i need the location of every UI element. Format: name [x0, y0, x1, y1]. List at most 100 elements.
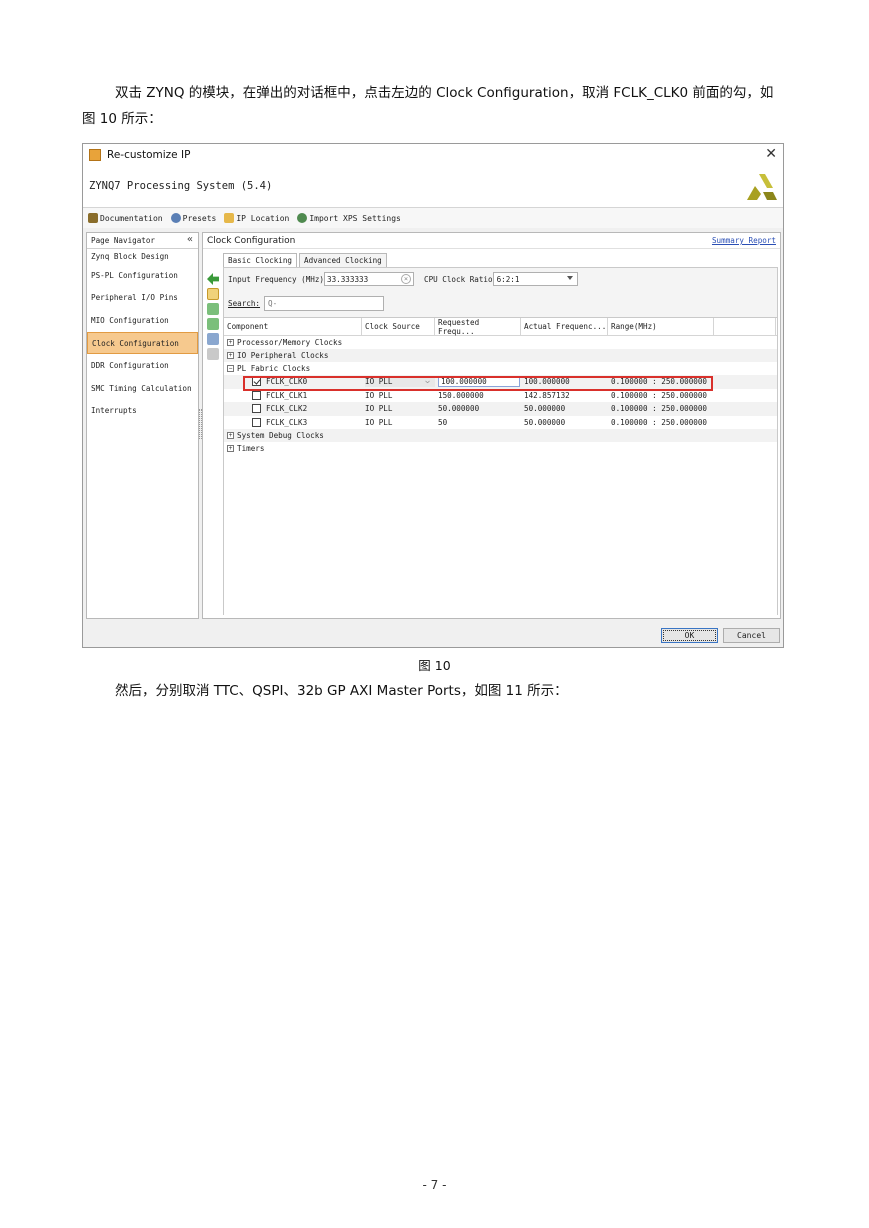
column-spacer	[714, 318, 776, 335]
expand-icon[interactable]: +	[227, 339, 234, 346]
clock-source[interactable]: IO PLL	[362, 416, 435, 430]
ip-location-button[interactable]: IP Location	[224, 213, 289, 223]
tab-advanced-clocking[interactable]: Advanced Clocking	[299, 253, 387, 267]
re-customize-ip-dialog: Re-customize IP ✕ ZYNQ7 Processing Syste…	[82, 143, 784, 648]
column-range[interactable]: Range(MHz)	[608, 318, 714, 335]
table-row-fclk-clk3[interactable]: FCLK_CLK3 IO PLL 50 50.000000 0.100000 :…	[224, 416, 777, 430]
search-label: Search:	[228, 299, 261, 308]
collapse-icon[interactable]: −	[227, 365, 234, 372]
ok-button[interactable]: OK	[661, 628, 718, 643]
frequency-range: 0.100000 : 250.000000	[611, 377, 708, 387]
panel-title: Clock Configuration	[207, 235, 296, 246]
column-component[interactable]: Component	[224, 318, 362, 335]
nav-item-mio-configuration[interactable]: MIO Configuration	[87, 309, 198, 332]
group-row-timers[interactable]: + Timers	[224, 442, 777, 455]
group-row-system-debug[interactable]: + System Debug Clocks	[224, 429, 777, 442]
dropdown-arrow-icon	[566, 276, 573, 280]
column-actual-frequency[interactable]: Actual Frequenc...	[521, 318, 608, 335]
back-arrow-icon[interactable]	[207, 273, 219, 285]
fclk-clk2-checkbox[interactable]	[252, 404, 261, 414]
actual-frequency: 50.000000	[524, 404, 566, 414]
search-icon[interactable]	[207, 288, 219, 300]
table-row-fclk-clk2[interactable]: FCLK_CLK2 IO PLL 50.000000 50.000000 0.1…	[224, 402, 777, 416]
nav-item-clock-configuration[interactable]: Clock Configuration	[87, 331, 198, 355]
panel-header: Clock Configuration Summary Report	[203, 233, 780, 249]
clock-source[interactable]: IO PLL	[362, 389, 435, 403]
documentation-label: Documentation	[100, 213, 163, 223]
hierarchy-icon[interactable]	[207, 333, 219, 345]
table-row-fclk-clk1[interactable]: FCLK_CLK1 IO PLL 150.000000 142.857132 0…	[224, 389, 777, 403]
search-input[interactable]: Q-	[264, 296, 385, 311]
gear-icon	[170, 213, 181, 223]
expand-icon[interactable]: +	[227, 445, 234, 452]
side-toolbar	[207, 273, 221, 363]
fclk-clk1-checkbox[interactable]	[252, 390, 261, 400]
search-placeholder: Q-	[268, 299, 278, 308]
collapse-all-icon[interactable]	[207, 303, 219, 315]
intro-paragraph: 双击 ZYNQ 的模块，在弹出的对话框中，点击左边的 Clock Configu…	[82, 85, 774, 127]
cpu-ratio-value: 6:2:1	[496, 274, 520, 284]
group-row-pl-fabric[interactable]: − PL Fabric Clocks	[224, 362, 777, 375]
cpu-ratio-row: CPU Clock Ratio 6:2:1	[424, 272, 578, 286]
import-xps-button[interactable]: Import XPS Settings	[297, 213, 401, 223]
presets-button[interactable]: Presets	[170, 213, 216, 223]
nav-item-ddr-configuration[interactable]: DDR Configuration	[87, 354, 198, 377]
cpu-ratio-label: CPU Clock Ratio	[424, 274, 493, 284]
cpu-ratio-select[interactable]: 6:2:1	[492, 272, 578, 286]
column-clock-source[interactable]: Clock Source	[362, 318, 435, 335]
summary-report-link[interactable]: Summary Report	[712, 236, 776, 245]
requested-frequency[interactable]: 50	[435, 416, 521, 430]
nav-item-zynq-block-design[interactable]: Zynq Block Design	[87, 249, 198, 264]
xilinx-logo-icon	[747, 174, 777, 200]
tab-basic-clocking[interactable]: Basic Clocking	[223, 253, 298, 267]
frequency-range: 0.100000 : 250.000000	[611, 390, 708, 400]
ip-title: ZYNQ7 Processing System (5.4)	[89, 180, 273, 192]
book-icon	[88, 213, 98, 223]
actual-frequency: 50.000000	[524, 417, 566, 427]
nav-item-interrupts[interactable]: Interrupts	[87, 400, 198, 423]
group-label: System Debug Clocks	[237, 431, 324, 440]
import-gear-icon	[297, 213, 308, 223]
dialog-titlebar: Re-customize IP ✕	[83, 144, 783, 166]
clock-source-value: IO PLL	[365, 377, 393, 387]
ip-block-icon	[89, 149, 101, 161]
clock-table: Component Clock Source Requested Frequ..…	[224, 317, 777, 615]
expand-all-icon[interactable]	[207, 318, 219, 330]
requested-frequency-input[interactable]: 100.000000	[438, 376, 520, 388]
expand-icon[interactable]: +	[227, 432, 234, 439]
clock-source-select[interactable]: IO PLL ⌵	[365, 376, 435, 388]
ip-location-label: IP Location	[236, 213, 290, 223]
requested-frequency[interactable]: 150.000000	[435, 389, 521, 403]
column-requested-frequency[interactable]: Requested Frequ...	[435, 318, 521, 336]
group-row-io-peripheral[interactable]: + IO Peripheral Clocks	[224, 349, 777, 362]
frequency-range: 0.100000 : 250.000000	[611, 404, 708, 414]
fclk-clk3-checkbox[interactable]	[252, 417, 261, 427]
actual-frequency: 100.000000	[524, 377, 570, 387]
group-label: Timers	[237, 444, 265, 453]
page-number: - 7 -	[422, 1178, 447, 1192]
clear-icon[interactable]: ×	[401, 274, 412, 284]
tree-icon[interactable]	[207, 348, 219, 360]
cancel-button[interactable]: Cancel	[723, 628, 780, 643]
input-frequency-field[interactable]: 33.333333 ×	[324, 272, 415, 286]
table-row-fclk-clk0[interactable]: FCLK_CLK0 IO PLL ⌵ 100.000000 100.000000 …	[224, 375, 777, 389]
input-frequency-row: Input Frequency (MHz) 33.333333 ×	[228, 272, 415, 286]
group-row-processor-memory[interactable]: + Processor/Memory Clocks	[224, 336, 777, 349]
clock-source[interactable]: IO PLL	[362, 402, 435, 416]
ip-header: ZYNQ7 Processing System (5.4)	[83, 166, 783, 208]
actual-frequency: 142.857132	[524, 390, 570, 400]
search-row: Search: Q-	[228, 296, 385, 311]
import-xps-label: Import XPS Settings	[309, 213, 401, 223]
nav-item-peripheral-io-pins[interactable]: Peripheral I/O Pins	[87, 287, 198, 310]
documentation-button[interactable]: Documentation	[88, 213, 163, 223]
dialog-title: Re-customize IP	[107, 149, 191, 161]
page-navigator-header: Page Navigator «	[87, 233, 198, 249]
nav-item-smc-timing-calculation[interactable]: SMC Timing Calculation	[87, 377, 198, 400]
chevron-down-icon: ⌵	[425, 376, 430, 386]
requested-frequency[interactable]: 50.000000	[435, 402, 521, 416]
expand-icon[interactable]: +	[227, 352, 234, 359]
nav-item-ps-pl-configuration[interactable]: PS-PL Configuration	[87, 264, 198, 287]
fclk-clk0-checkbox[interactable]	[252, 377, 261, 387]
collapse-icon[interactable]: «	[187, 234, 193, 245]
close-icon[interactable]: ✕	[765, 146, 777, 162]
